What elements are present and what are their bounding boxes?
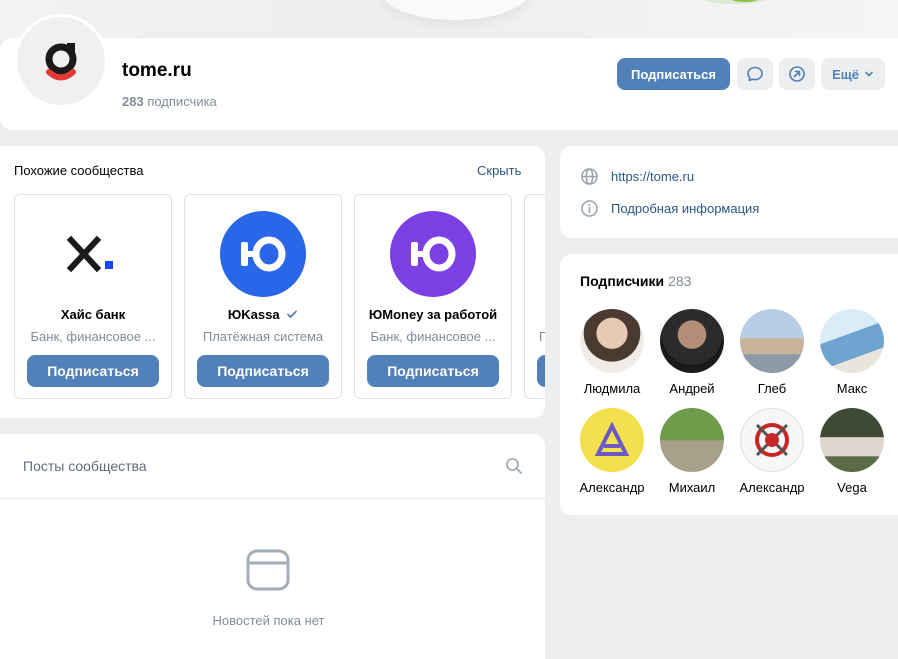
triangle-logo-icon [594, 421, 630, 456]
info-icon [581, 200, 598, 217]
avatar [820, 309, 884, 373]
empty-feed-text: Новостей пока нет [212, 613, 325, 628]
x-dot-logo-icon [50, 211, 136, 297]
community-description: Банк, финансовое ... [370, 329, 496, 344]
similar-community-item[interactable]: ЮMoney за работой Банк, финансовое ... П… [354, 194, 512, 399]
subscribers-title[interactable]: Подписчики 283 [580, 273, 691, 289]
subscribe-button[interactable] [537, 355, 545, 387]
tome-logo-icon [45, 43, 77, 81]
subscriber-item[interactable]: Александр [572, 408, 652, 495]
subscriber-item[interactable]: Vega [812, 408, 892, 495]
details-label[interactable]: Подробная информация [611, 201, 759, 216]
share-button[interactable] [779, 58, 815, 90]
more-button[interactable]: Ещё [821, 58, 885, 90]
avatar [660, 309, 724, 373]
verified-check-icon [287, 310, 298, 318]
avatar [740, 309, 804, 373]
subscriber-name: Андрей [669, 381, 715, 396]
cover-image [0, 0, 898, 40]
search-icon[interactable] [505, 457, 523, 475]
subscribe-button[interactable]: Подписаться [27, 355, 159, 387]
hide-link[interactable]: Скрыть [477, 163, 521, 178]
share-arrow-icon [789, 66, 805, 82]
similar-community-item[interactable]: П [524, 194, 545, 399]
similar-community-item[interactable]: ЮKassa Платёжная система Подписаться [184, 194, 342, 399]
emblem-icon [755, 423, 789, 457]
subscriber-name: Александр [739, 480, 805, 495]
subscriber-name: Александр [579, 480, 645, 495]
subscriber-item[interactable]: Макс [812, 309, 892, 396]
community-name[interactable]: ЮMoney за работой [355, 307, 511, 322]
chevron-down-icon [865, 71, 873, 77]
page-title: tome.ru [122, 60, 192, 81]
avatar [820, 408, 884, 472]
globe-icon [581, 168, 598, 185]
avatar [580, 309, 644, 373]
similar-communities-title: Похожие сообщества [14, 163, 144, 178]
divider [0, 498, 545, 499]
subscriber-item[interactable]: Людмила [572, 309, 652, 396]
message-button[interactable] [737, 58, 773, 90]
website-url[interactable]: https://tome.ru [611, 169, 694, 184]
subscriber-item[interactable]: Андрей [652, 309, 732, 396]
subscriber-name: Глеб [757, 381, 787, 396]
subscriber-name: Михаил [668, 480, 716, 495]
avatar [660, 408, 724, 472]
subscribe-button[interactable]: Подписаться [197, 355, 329, 387]
community-name[interactable]: Хайс банк [15, 307, 171, 322]
subscribe-button[interactable]: Подписаться [367, 355, 499, 387]
empty-feed-icon [246, 549, 290, 591]
website-link[interactable]: https://tome.ru [580, 167, 694, 186]
community-description: Платёжная система [202, 329, 324, 344]
community-description: П [539, 329, 545, 344]
details-link[interactable]: Подробная информация [580, 199, 759, 218]
community-links-card [560, 146, 898, 238]
yumoney-logo-icon [390, 211, 476, 297]
subscriber-item[interactable]: Александр [732, 408, 812, 495]
subscriber-item[interactable]: Глеб [732, 309, 812, 396]
subscribe-button[interactable]: Подписаться [617, 58, 730, 90]
avatar [740, 408, 804, 472]
subscriber-item[interactable]: Михаил [652, 408, 732, 495]
yukassa-logo-icon [220, 211, 306, 297]
community-avatar[interactable] [14, 14, 108, 108]
community-description: Банк, финансовое ... [30, 329, 156, 344]
subscriber-name: Макс [836, 381, 868, 396]
more-label: Ещё [832, 66, 859, 82]
subscriber-name: Vega [837, 480, 867, 495]
avatar [580, 408, 644, 472]
similar-community-item[interactable]: Хайс банк Банк, финансовое ... Подписать… [14, 194, 172, 399]
subscriber-name: Людмила [583, 381, 641, 396]
community-name[interactable]: ЮKassa [185, 307, 341, 322]
subscribers-count[interactable]: 283 подписчика [122, 94, 217, 109]
posts-title[interactable]: Посты сообщества [23, 458, 147, 474]
chat-bubble-icon [747, 66, 763, 82]
